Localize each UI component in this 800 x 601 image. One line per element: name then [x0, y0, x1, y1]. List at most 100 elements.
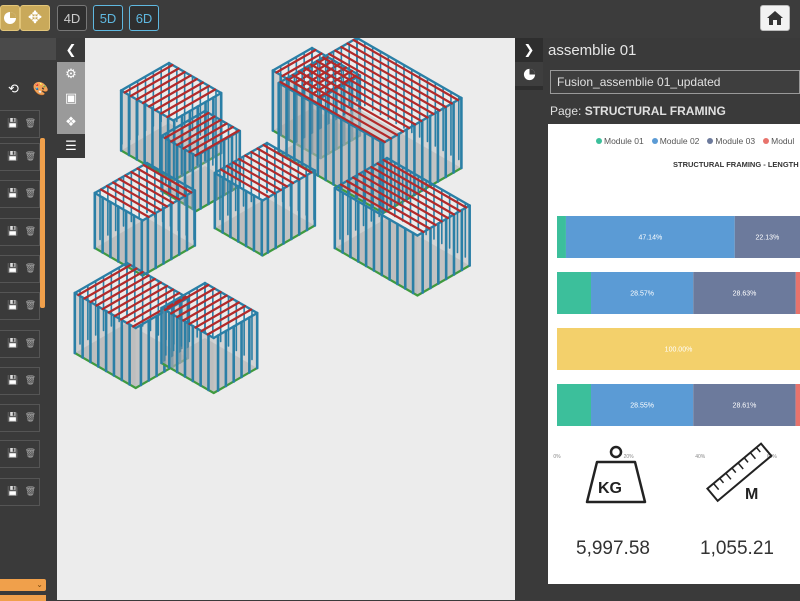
- chevron-left-icon: ❮: [65, 42, 77, 58]
- left-panel-header: [0, 38, 56, 60]
- layer-row[interactable]: 💾 🗑: [0, 218, 40, 246]
- layer-row[interactable]: 💾 🗑: [0, 180, 40, 208]
- ruler-icon: [705, 442, 773, 503]
- cubes-icon: ❖: [65, 114, 77, 130]
- trash-icon[interactable]: 🗑: [25, 152, 36, 162]
- structural-model[interactable]: [57, 38, 547, 600]
- collapse-right-button[interactable]: ❯: [515, 38, 543, 62]
- save-icon[interactable]: 💾: [7, 376, 18, 386]
- joist: [244, 154, 295, 185]
- collapse-left-button[interactable]: ❮: [57, 38, 85, 62]
- page-label: Page: STRUCTURAL FRAMING: [550, 104, 726, 118]
- dashboard-tab[interactable]: [515, 62, 543, 86]
- bar-data-label: 47.14%: [638, 235, 662, 242]
- joist: [147, 77, 198, 108]
- cube-tool-button[interactable]: ▣: [57, 86, 85, 110]
- trash-icon[interactable]: 🗑: [25, 487, 36, 497]
- layer-row[interactable]: 💾 🗑: [0, 478, 40, 506]
- chart-legend: Module 01 Module 02 Module 03 Modul: [596, 136, 794, 146]
- chevron-right-icon: ❯: [523, 42, 535, 58]
- bar-segment[interactable]: [557, 272, 592, 314]
- page-prefix: Page:: [550, 104, 582, 118]
- model-select[interactable]: Fusion_assemblie 01_updated: [550, 70, 800, 94]
- trash-icon[interactable]: 🗑: [25, 264, 36, 274]
- 3d-viewport[interactable]: [57, 38, 547, 600]
- pie-chart-icon: [523, 68, 535, 80]
- save-icon[interactable]: 💾: [7, 487, 18, 497]
- total-length-value: 1,055.21: [700, 538, 774, 559]
- move-button[interactable]: ✥: [20, 5, 50, 31]
- save-icon[interactable]: 💾: [7, 189, 18, 199]
- left-panel: ⟲ 🎨 💾 🗑 💾 🗑 💾 🗑 💾 🗑 💾 🗑 💾 🗑 💾 🗑 💾 🗑 💾 🗑 💾 🗑 💾 🗑 ⌄: [0, 38, 56, 601]
- layer-row[interactable]: 💾 🗑: [0, 330, 40, 358]
- save-icon[interactable]: 💾: [7, 227, 18, 237]
- layer-row[interactable]: 💾 🗑: [0, 143, 40, 171]
- joist: [194, 301, 241, 329]
- mode-6d-button[interactable]: 6D: [129, 5, 159, 31]
- save-icon[interactable]: 💾: [7, 301, 18, 311]
- save-icon[interactable]: 💾: [7, 264, 18, 274]
- mode-5d-button[interactable]: 5D: [93, 5, 123, 31]
- report-canvas: Module 01 Module 02 Module 03 Modul STRU…: [548, 124, 800, 584]
- list-tool-button[interactable]: ☰: [57, 134, 85, 158]
- palette-icon[interactable]: 🎨: [33, 82, 49, 97]
- bar-data-label: 100.00%: [665, 347, 693, 354]
- bar-segment[interactable]: [557, 384, 592, 426]
- top-toolbar: ✥ 4D 5D 6D: [0, 0, 800, 38]
- layer-row[interactable]: 💾 🗑: [0, 255, 40, 283]
- legend-item-1[interactable]: Module 01: [596, 136, 644, 146]
- cubes-tool-button[interactable]: ❖: [57, 110, 85, 134]
- left-panel-orange-bar[interactable]: [0, 595, 46, 601]
- panel-title: assemblie 01: [548, 42, 637, 59]
- joist: [141, 74, 192, 105]
- layer-row[interactable]: 💾 🗑: [0, 440, 40, 468]
- home-button[interactable]: [760, 5, 790, 31]
- length-bar-chart[interactable]: 47.14% 22.13% 28.57% 28.63% 100.00% 28.55% 28.…: [548, 172, 800, 462]
- layer-row[interactable]: 💾 🗑: [0, 367, 40, 395]
- layer-row[interactable]: 💾 🗑: [0, 404, 40, 432]
- cube-icon: ▣: [64, 90, 78, 106]
- home-icon: [767, 11, 783, 25]
- joist: [123, 63, 174, 94]
- left-panel-dropdown[interactable]: ⌄: [0, 579, 46, 591]
- rotate-icon[interactable]: ⟲: [8, 82, 19, 97]
- left-panel-scrollbar[interactable]: [40, 138, 45, 308]
- bar-segment[interactable]: [795, 384, 800, 426]
- save-icon[interactable]: 💾: [7, 152, 18, 162]
- trash-icon[interactable]: 🗑: [25, 376, 36, 386]
- total-weight-value: 5,997.58: [576, 538, 650, 559]
- legend-item-2[interactable]: Module 02: [651, 136, 699, 146]
- legend-item-3[interactable]: Module 03: [707, 136, 755, 146]
- trash-icon[interactable]: 🗑: [25, 339, 36, 349]
- save-icon[interactable]: 💾: [7, 119, 18, 129]
- pie-chart-button[interactable]: [0, 5, 20, 31]
- layer-row[interactable]: 💾 🗑: [0, 292, 40, 320]
- save-icon[interactable]: 💾: [7, 339, 18, 349]
- save-icon[interactable]: 💾: [7, 449, 18, 459]
- trash-icon[interactable]: 🗑: [25, 301, 36, 311]
- joist: [188, 297, 234, 326]
- bar-data-label: 22.13%: [755, 235, 779, 242]
- bar-segment[interactable]: [795, 272, 800, 314]
- mode-4d-button[interactable]: 4D: [57, 5, 87, 31]
- length-unit-label: M: [745, 486, 759, 503]
- settings-tool-button[interactable]: ⚙: [57, 62, 85, 86]
- save-icon[interactable]: 💾: [7, 413, 18, 423]
- trash-icon[interactable]: 🗑: [25, 227, 36, 237]
- bar-segment[interactable]: [557, 216, 566, 258]
- trash-icon[interactable]: 🗑: [25, 413, 36, 423]
- trash-icon[interactable]: 🗑: [25, 119, 36, 129]
- right-panel: ❯ assemblie 01 Fusion_assemblie 01_updat…: [515, 38, 800, 600]
- chart-title: STRUCTURAL FRAMING - LENGTH: [673, 160, 799, 169]
- bar-data-label: 28.63%: [733, 291, 757, 298]
- move-arrows-icon: ✥: [27, 8, 43, 28]
- trash-icon[interactable]: 🗑: [25, 449, 36, 459]
- layer-row[interactable]: 💾 🗑: [0, 110, 40, 138]
- pie-chart-icon: [4, 12, 16, 24]
- trash-icon[interactable]: 🗑: [25, 189, 36, 199]
- x-tick-label: 0%: [553, 454, 561, 460]
- list-icon: ☰: [65, 138, 77, 154]
- legend-item-4[interactable]: Modul: [763, 136, 794, 146]
- bar-data-label: 28.61%: [733, 403, 757, 410]
- bar-data-label: 28.57%: [630, 291, 654, 298]
